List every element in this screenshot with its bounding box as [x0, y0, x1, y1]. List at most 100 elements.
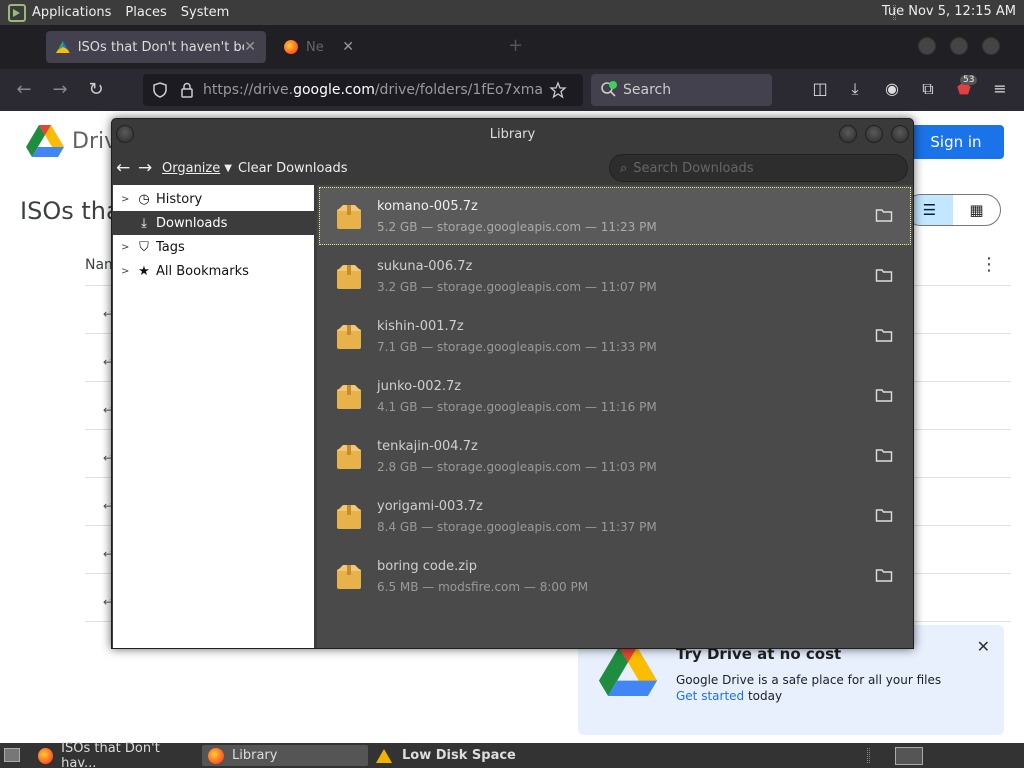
close-tab-icon[interactable]: ✕ — [244, 39, 256, 55]
new-tab-icon[interactable]: + — [508, 35, 523, 56]
search-downloads-input[interactable]: ⌕ Search Downloads — [609, 154, 908, 182]
open-folder-icon[interactable] — [875, 387, 893, 403]
download-row[interactable]: yorigami-003.7z 8.4 GB — storage.googleap… — [319, 487, 911, 545]
menu-applications[interactable]: Applications — [32, 5, 111, 20]
clear-downloads-button[interactable]: Clear Downloads — [238, 161, 348, 176]
download-meta: 4.1 GB — storage.googleapis.com — 11:16 … — [377, 400, 657, 414]
open-folder-icon[interactable] — [875, 207, 893, 223]
google-drive-logo — [598, 647, 658, 696]
open-folder-icon[interactable] — [875, 567, 893, 583]
close-icon[interactable]: ✕ — [977, 637, 990, 656]
google-drive-icon — [56, 41, 70, 53]
tab-label: Ne — [306, 39, 324, 55]
url-bar[interactable]: https://drive.google.com/drive/folders/1… — [143, 74, 583, 106]
sidebar-item-label: Downloads — [156, 215, 228, 231]
download-meta: 8.4 GB — storage.googleapis.com — 11:37 … — [377, 520, 657, 534]
sidebar-item-history[interactable]: > ◷ History — [113, 187, 314, 211]
download-filename: yorigami-003.7z — [377, 499, 483, 514]
menu-system[interactable]: System — [181, 5, 229, 20]
firefox-icon — [208, 747, 224, 764]
task-label: Library — [232, 748, 278, 763]
maximize-button[interactable] — [950, 37, 968, 55]
download-row[interactable]: sukuna-006.7z 3.2 GB — storage.googleapis… — [319, 247, 911, 305]
tab-second[interactable]: Ne ✕ — [274, 31, 364, 63]
tag-icon: ⛉ — [139, 239, 149, 255]
tab-drive[interactable]: ISOs that Don't haven't bee ✕ — [46, 31, 266, 63]
top-panel: Applications Places System Tue Nov 5, 12… — [0, 0, 1024, 25]
close-tab-icon[interactable]: ✕ — [342, 39, 354, 55]
search-bar[interactable]: Search — [591, 74, 772, 106]
menu-places[interactable]: Places — [125, 5, 166, 20]
archive-file-icon — [337, 265, 361, 289]
download-meta: 5.2 GB — storage.googleapis.com — 11:23 … — [377, 220, 657, 234]
download-filename: tenkajin-004.7z — [377, 439, 478, 454]
open-folder-icon[interactable] — [875, 447, 893, 463]
close-window-button[interactable] — [891, 125, 909, 143]
pocket-icon[interactable]: ◫ — [808, 77, 832, 101]
hamburger-menu-icon[interactable]: ≡ — [988, 77, 1012, 101]
account-icon[interactable]: ◉ — [880, 77, 904, 101]
download-row[interactable]: boring code.zip 6.5 MB — modsfire.com — 8… — [319, 547, 911, 605]
bookmark-star-icon[interactable] — [549, 81, 567, 99]
task-library[interactable]: Library — [202, 745, 368, 766]
task-low-disk-space[interactable]: Low Disk Space — [370, 745, 536, 766]
sidebar-item-tags[interactable]: > ⛉ Tags — [113, 235, 314, 259]
open-folder-icon[interactable] — [875, 507, 893, 523]
sidebar-item-downloads[interactable]: ⤓ Downloads — [113, 211, 314, 235]
minimize-button[interactable] — [839, 125, 857, 143]
open-folder-icon[interactable] — [875, 267, 893, 283]
view-toggle[interactable]: ☰ ▦ — [905, 194, 1001, 226]
window-menu-button[interactable] — [116, 125, 134, 143]
download-row[interactable]: junko-002.7z 4.1 GB — storage.googleapis.… — [319, 367, 911, 425]
window-title: Library — [489, 127, 536, 142]
firefox-icon — [38, 747, 54, 764]
download-row[interactable]: kishin-001.7z 7.1 GB — storage.googleapis… — [319, 307, 911, 365]
chevron-down-icon[interactable]: ▼ — [224, 163, 232, 174]
forward-arrow-icon[interactable]: → — [47, 77, 73, 103]
sidebar-item-label: Tags — [156, 239, 185, 255]
firefox-icon — [284, 40, 298, 54]
grid-view-icon[interactable]: ▦ — [953, 195, 1000, 225]
sidebar-item-label: History — [156, 191, 203, 207]
back-arrow-icon[interactable]: ← — [116, 158, 134, 178]
extensions-icon[interactable]: ⧉ — [916, 77, 940, 101]
download-icon: ⤓ — [141, 215, 147, 231]
downloads-icon[interactable]: ⤓ — [843, 77, 867, 101]
library-titlebar[interactable]: Library — [112, 119, 913, 151]
library-sidebar: > ◷ History ⤓ Downloads > ⛉ Tags > ★ All… — [113, 185, 314, 648]
library-window: Library ← → Organize ▼ Clear Downloads ⌕… — [111, 118, 914, 649]
maximize-button[interactable] — [865, 125, 883, 143]
workspace-switcher[interactable] — [895, 747, 923, 765]
download-row[interactable]: komano-005.7z 5.2 GB — storage.googleapis… — [319, 187, 911, 245]
shield-icon[interactable] — [151, 81, 169, 99]
download-filename: sukuna-006.7z — [377, 259, 473, 274]
more-options-icon[interactable]: ⋮ — [980, 254, 998, 275]
downloads-list: komano-005.7z 5.2 GB — storage.googleapis… — [317, 185, 913, 648]
minimize-button[interactable] — [918, 37, 936, 55]
get-started-link[interactable]: Get started — [676, 689, 744, 703]
task-drive[interactable]: ISOs that Don't hav... — [32, 741, 198, 768]
download-meta: 6.5 MB — modsfire.com — 8:00 PM — [377, 580, 589, 594]
sidebar-item-all-bookmarks[interactable]: > ★ All Bookmarks — [113, 259, 314, 283]
back-arrow-icon[interactable]: ← — [11, 77, 37, 103]
expand-arrow-icon[interactable]: > — [121, 266, 135, 277]
organize-menu[interactable]: Organize — [162, 161, 220, 176]
gnome-foot-icon[interactable] — [8, 3, 26, 22]
show-desktop-icon[interactable] — [4, 748, 20, 762]
open-folder-icon[interactable] — [875, 327, 893, 343]
archive-file-icon — [337, 325, 361, 349]
search-placeholder: Search Downloads — [633, 160, 754, 176]
forward-arrow-icon[interactable]: → — [138, 158, 156, 178]
sidebar-item-label: All Bookmarks — [156, 263, 249, 279]
expand-arrow-icon[interactable]: > — [121, 194, 135, 205]
download-meta: 2.8 GB — storage.googleapis.com — 11:03 … — [377, 460, 657, 474]
library-toolbar: ← → Organize ▼ Clear Downloads ⌕ Search … — [112, 151, 913, 185]
expand-arrow-icon[interactable]: > — [121, 242, 135, 253]
reload-icon[interactable]: ↻ — [83, 77, 109, 103]
clock[interactable]: Tue Nov 5, 12:15 AM — [882, 4, 1016, 19]
download-row[interactable]: tenkajin-004.7z 2.8 GB — storage.googleap… — [319, 427, 911, 485]
task-label: Low Disk Space — [402, 748, 516, 763]
close-window-button[interactable] — [982, 37, 1000, 55]
lock-icon[interactable] — [179, 81, 195, 99]
sign-in-button[interactable]: Sign in — [908, 125, 1004, 159]
